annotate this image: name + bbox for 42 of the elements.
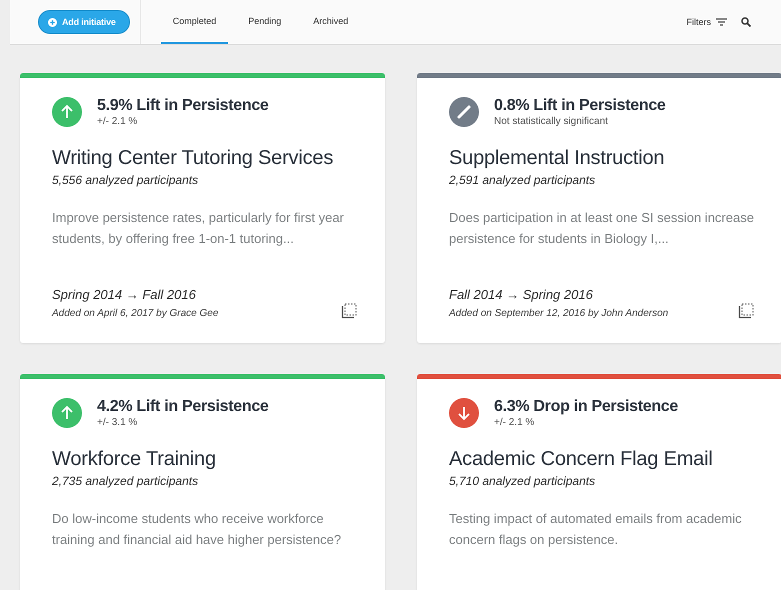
participant-count: 2,591 analyzed participants	[449, 173, 596, 187]
initiative-title: Workforce Training	[52, 448, 217, 471]
initiative-card[interactable]: 6.3% Drop in Persistence +/- 2.1 % Academic Concern Flag Email 5,710 analyzed participants Testing impact of automated emails from academic concern flags on persistence.	[417, 374, 781, 590]
filters-button[interactable]: Filters	[686, 17, 727, 27]
arrow-up-circle-icon	[52, 97, 82, 127]
participant-count: 5,710 analyzed participants	[449, 474, 596, 488]
initiative-title: Writing Center Tutoring Services	[52, 147, 334, 170]
tab[interactable]: Archived	[301, 0, 360, 44]
filter-icon	[716, 18, 727, 26]
result-headline: 5.9% Lift in Persistence	[97, 97, 269, 115]
initiative-description: Does participation in at least one SI session increase persistence for students in Biology I,...	[449, 209, 754, 248]
result-headline: 4.2% Lift in Persistence	[97, 398, 269, 416]
select-icon[interactable]	[738, 303, 754, 319]
added-info: Added on September 12, 2016 by John Anderson	[449, 308, 670, 319]
arrow-down-circle-icon	[449, 398, 479, 428]
result-margin: +/- 2.1 %	[97, 116, 138, 127]
plus-circle-icon	[48, 18, 57, 26]
initiative-description: Do low-income students who receive workforce training and financial aid have higher persistence?	[52, 510, 342, 549]
search-button[interactable]	[741, 17, 751, 27]
result-margin: +/- 2.1 %	[494, 417, 536, 428]
date-range: Spring 2014 → Fall 2016	[52, 287, 197, 302]
arrow-up-circle-icon	[52, 398, 82, 428]
tab[interactable]: Pending	[236, 0, 294, 44]
date-range: Fall 2014 → Spring 2016	[449, 287, 594, 302]
initiative-card[interactable]	[20, 73, 385, 343]
search-icon	[741, 17, 751, 27]
participant-count: 5,556 analyzed participants	[52, 173, 200, 187]
initiative-description: Improve persistence rates, particularly for first year students, by offering free 1-on-1 tutoring...	[52, 209, 345, 248]
slash-circle-icon	[449, 97, 479, 127]
participant-count: 2,735 analyzed participants	[52, 474, 200, 488]
initiative-card[interactable]: 4.2% Lift in Persistence +/- 3.1 % Workforce Training 2,735 analyzed participants Do low-income students who receive workforce training and financial aid have higher persistence?	[20, 374, 385, 590]
result-headline: 6.3% Drop in Persistence	[494, 398, 678, 416]
result-margin: +/- 3.1 %	[97, 417, 138, 428]
initiative-description: Testing impact of automated emails from academic concern flags on persistence.	[449, 510, 743, 549]
tab[interactable]: Completed	[160, 0, 228, 44]
initiative-title: Academic Concern Flag Email	[449, 448, 714, 471]
select-icon[interactable]	[341, 303, 357, 319]
result-margin: Not statistically significant	[494, 116, 609, 127]
result-headline: 0.8% Lift in Persistence	[494, 97, 666, 115]
added-info: Added on April 6, 2017 by Grace Gee	[52, 308, 220, 319]
initiative-title: Supplemental Instruction	[449, 147, 666, 170]
initiative-card[interactable]	[417, 73, 781, 343]
